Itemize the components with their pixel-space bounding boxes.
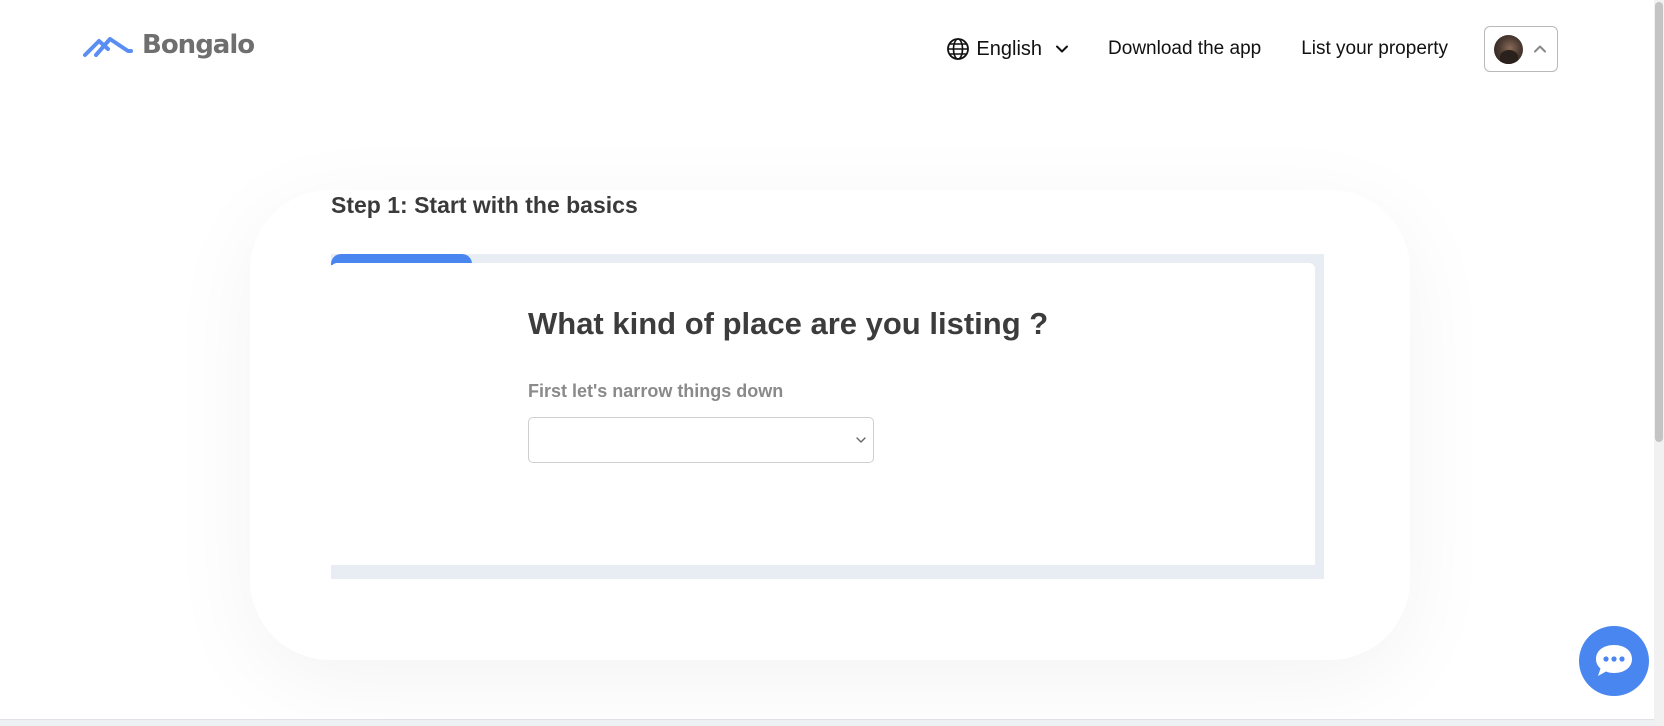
footer-divider: [0, 719, 1654, 726]
scrollbar-thumb[interactable]: [1655, 2, 1663, 442]
profile-menu-button[interactable]: [1484, 26, 1558, 72]
step-title: Step 1: Start with the basics: [331, 192, 638, 218]
chevron-down-icon: [1056, 45, 1069, 53]
house-roof-icon: [83, 37, 133, 57]
brand-name: Bongalo: [142, 30, 255, 60]
language-selector[interactable]: English: [946, 37, 1070, 61]
globe-icon: [947, 38, 970, 60]
chevron-up-icon: [1534, 45, 1546, 53]
header: Bongalo English Download the app List yo…: [0, 0, 1654, 100]
chat-bubble-icon: [1596, 645, 1632, 676]
page-title: What kind of place are you listing ?: [528, 306, 1049, 341]
list-property-link[interactable]: List your property: [1301, 38, 1448, 60]
property-type-select[interactable]: [528, 417, 874, 463]
property-type-label: First let's narrow things down: [528, 381, 784, 401]
chat-button[interactable]: [1579, 626, 1649, 696]
chevron-down-icon: [856, 437, 866, 443]
language-label: English: [976, 37, 1043, 60]
avatar: [1494, 34, 1523, 64]
brand-logo[interactable]: Bongalo: [82, 30, 255, 60]
download-app-link[interactable]: Download the app: [1108, 38, 1261, 60]
page-scrollbar[interactable]: [1654, 0, 1664, 726]
top-nav: English Download the app List your prope…: [946, 26, 1558, 72]
